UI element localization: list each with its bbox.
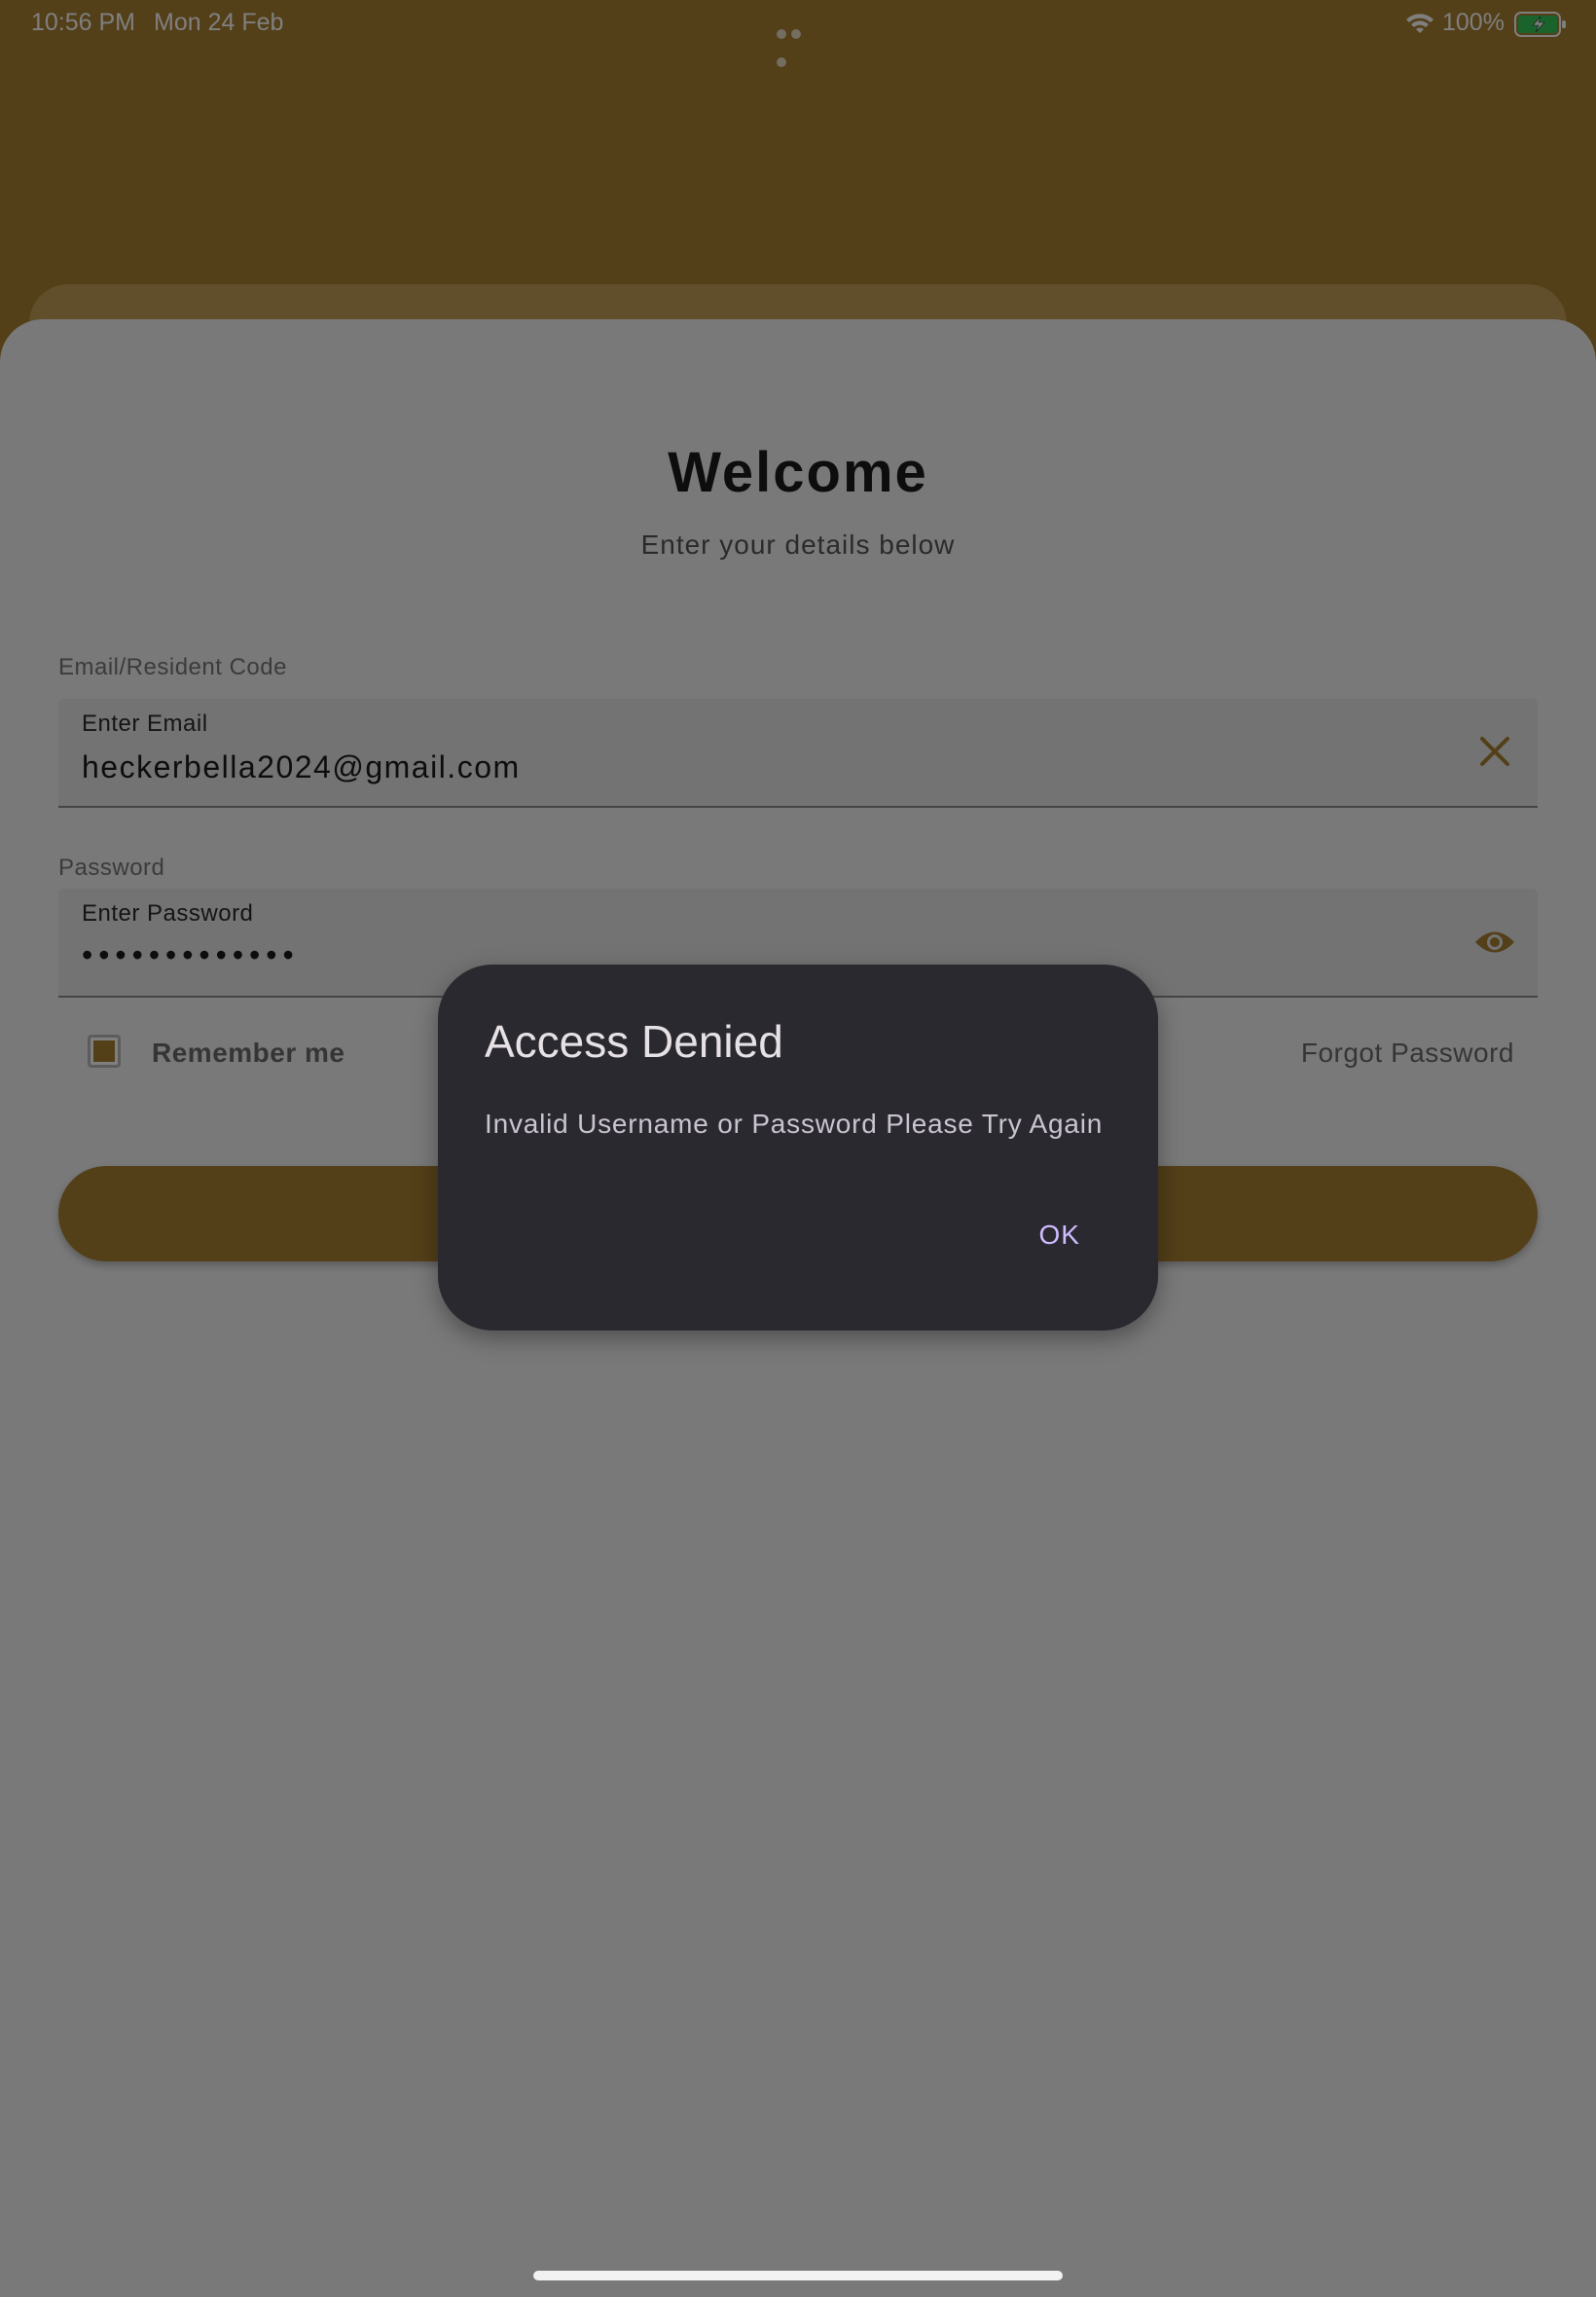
dialog-message: Invalid Username or Password Please Try … (485, 1109, 1104, 1139)
login-screen: 10:56 PM Mon 24 Feb 100% Welcome Enter y… (0, 0, 1596, 2297)
dialog-title: Access Denied (485, 1016, 783, 1067)
home-indicator[interactable] (533, 2271, 1063, 2280)
ok-button[interactable]: OK (1030, 1214, 1090, 1257)
access-denied-dialog: Access Denied Invalid Username or Passwo… (438, 965, 1158, 1331)
